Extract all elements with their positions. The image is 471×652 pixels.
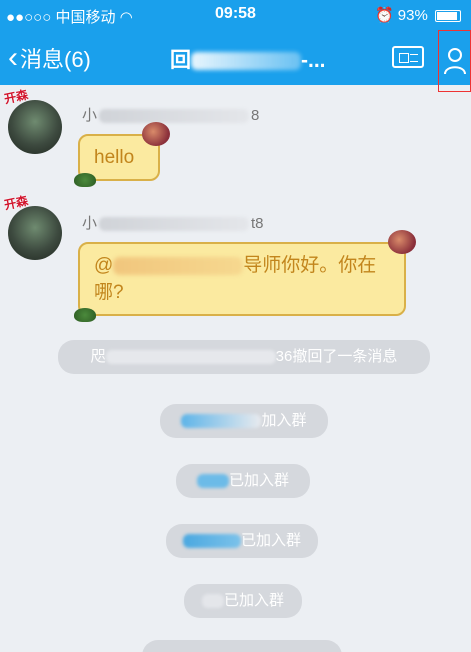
sender-name: 小 t8 bbox=[82, 215, 264, 232]
back-button[interactable]: ‹ 消息(6) bbox=[8, 42, 91, 74]
avatar[interactable]: 开森 bbox=[3, 88, 62, 154]
message-text-line: @ 导师你好。你在 bbox=[94, 255, 377, 276]
redacted-text bbox=[113, 256, 244, 275]
message-bubble[interactable]: hello bbox=[74, 122, 170, 187]
avatar-tag: 开森 bbox=[2, 87, 30, 107]
group-card-button[interactable] bbox=[392, 46, 424, 68]
redacted-text bbox=[182, 534, 241, 549]
join-notice: 加入群 bbox=[160, 404, 328, 438]
avatar-tag: 开森 bbox=[2, 193, 30, 213]
battery-status: ⏰ 93% bbox=[375, 6, 461, 24]
chevron-left-icon: ‹ bbox=[8, 41, 18, 74]
redacted-text bbox=[201, 594, 224, 609]
person-icon bbox=[443, 48, 466, 75]
group-members-button[interactable] bbox=[438, 30, 471, 92]
redacted-text bbox=[105, 350, 276, 365]
redacted-text bbox=[99, 217, 250, 232]
redacted-text bbox=[181, 414, 262, 429]
alarm-icon: ⏰ bbox=[374, 7, 394, 24]
bubble-decoration-icon bbox=[74, 308, 96, 322]
bubble-decoration-icon bbox=[142, 122, 170, 146]
message-bubble[interactable]: @ 导师你好。你在 哪? bbox=[74, 230, 416, 322]
battery-percent: 93% bbox=[397, 7, 428, 24]
join-notice: 已加入群 bbox=[176, 464, 310, 498]
chat-header: ‹ 消息(6) 回 -... bbox=[0, 30, 471, 92]
message-text: hello bbox=[94, 147, 135, 168]
battery-icon bbox=[435, 10, 461, 23]
message-text-line: 哪? bbox=[94, 282, 124, 303]
recall-notice: 咫 36撤回了一条消息 bbox=[58, 340, 430, 374]
redacted-text bbox=[196, 474, 229, 489]
redacted-text bbox=[191, 52, 301, 71]
redacted-text bbox=[99, 109, 250, 124]
group-title: 回 -... bbox=[170, 49, 326, 72]
sender-name: 小8 bbox=[82, 107, 260, 124]
status-bar: ●●○○○ 中国移动 ◠ 09:58 ⏰ 93% bbox=[0, 0, 471, 30]
back-label: 消息(6) bbox=[20, 47, 91, 72]
join-notice: 已加入群 bbox=[166, 524, 318, 558]
avatar[interactable]: 开森 bbox=[3, 194, 62, 260]
bubble-decoration-icon bbox=[74, 173, 96, 187]
join-notice bbox=[142, 640, 342, 652]
bubble-decoration-icon bbox=[388, 230, 416, 254]
join-notice: 已加入群 bbox=[184, 584, 302, 618]
